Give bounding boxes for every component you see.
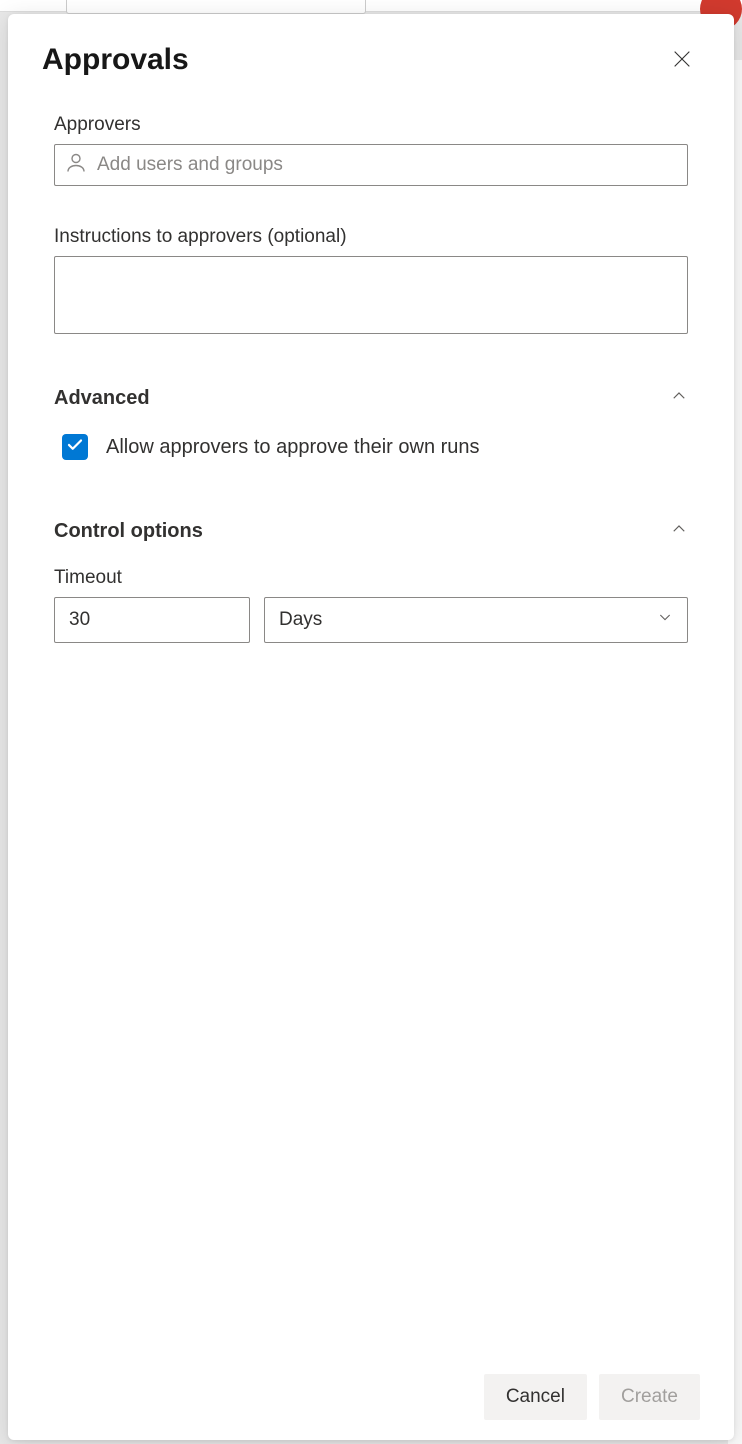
control-options-section-header[interactable]: Control options — [54, 520, 688, 543]
panel-title: Approvals — [42, 43, 189, 77]
backdrop-bar — [0, 0, 742, 12]
chevron-up-icon — [670, 520, 688, 543]
chevron-up-icon — [670, 387, 688, 410]
create-button[interactable]: Create — [599, 1374, 700, 1420]
close-button[interactable] — [664, 42, 700, 78]
person-icon — [64, 151, 88, 180]
timeout-value-input[interactable] — [54, 597, 250, 643]
approvers-input[interactable] — [54, 144, 688, 186]
panel-body: Approvers Instructions to approvers (opt… — [8, 78, 734, 1358]
backdrop-search — [66, 0, 366, 14]
panel-header: Approvals — [8, 14, 734, 78]
timeout-row: Days — [54, 597, 688, 643]
approvers-label: Approvers — [54, 114, 688, 136]
chevron-down-icon — [657, 609, 673, 631]
advanced-section-header[interactable]: Advanced — [54, 387, 688, 410]
instructions-label: Instructions to approvers (optional) — [54, 226, 688, 248]
allow-own-runs-checkbox[interactable] — [62, 434, 88, 460]
timeout-unit-select[interactable]: Days — [264, 597, 688, 643]
panel-footer: Cancel Create — [8, 1358, 734, 1440]
instructions-input[interactable] — [54, 256, 688, 334]
cancel-button[interactable]: Cancel — [484, 1374, 587, 1420]
allow-own-runs-label: Allow approvers to approve their own run… — [106, 436, 480, 459]
approvers-input-wrapper — [54, 144, 688, 186]
check-icon — [66, 436, 84, 459]
allow-own-runs-row: Allow approvers to approve their own run… — [62, 434, 688, 460]
approvals-panel: Approvals Approvers Instructions to appr… — [8, 14, 734, 1440]
advanced-title: Advanced — [54, 387, 150, 410]
control-options-title: Control options — [54, 520, 203, 543]
timeout-label: Timeout — [54, 567, 688, 589]
close-icon — [671, 48, 693, 73]
timeout-unit-value: Days — [279, 609, 322, 631]
